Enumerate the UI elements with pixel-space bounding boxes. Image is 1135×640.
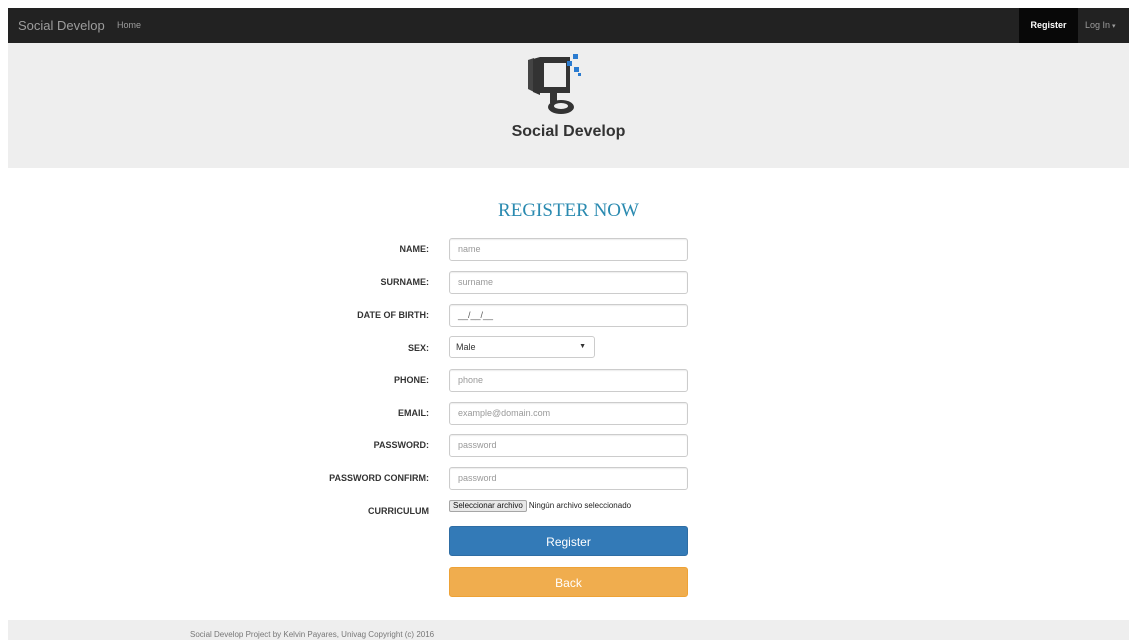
- register-button[interactable]: Register: [449, 526, 688, 556]
- password-confirm-label: PASSWORD CONFIRM:: [329, 473, 429, 483]
- email-label: EMAIL:: [398, 408, 429, 418]
- caret-down-icon: ▾: [1112, 23, 1116, 30]
- left-margin: [0, 0, 8, 640]
- page: Social Develop Home Register Log In ▾ Soc…: [0, 0, 1135, 640]
- curriculum-label: CURRICULUM: [368, 506, 429, 516]
- chevron-down-icon: ▼: [579, 343, 586, 350]
- home-link[interactable]: Home: [117, 8, 141, 43]
- phone-label: PHONE:: [393, 375, 429, 385]
- logo-text: Social Develop: [511, 123, 626, 140]
- curriculum-file-input: Seleccionar archivo Ningún archivo selecc…: [449, 500, 631, 513]
- date-of-birth-label: DATE OF BIRTH:: [357, 310, 429, 320]
- login-label: Log In: [1085, 20, 1111, 30]
- scrollbar[interactable]: [1129, 8, 1135, 640]
- footer: Social Develop Project by Kelvin Payares…: [8, 620, 1129, 640]
- header-banner: Social Develop: [8, 43, 1129, 168]
- register-link[interactable]: Register: [1019, 8, 1078, 43]
- surname-field[interactable]: surname: [449, 271, 688, 294]
- footer-text: Social Develop Project by Kelvin Payares…: [190, 630, 435, 639]
- name-field[interactable]: name: [449, 238, 688, 261]
- file-status: Ningún archivo seleccionado: [528, 501, 632, 510]
- choose-file-button[interactable]: Seleccionar archivo: [449, 500, 527, 512]
- brand-link[interactable]: Social Develop: [18, 8, 105, 43]
- monitor-logo-icon: [528, 54, 581, 114]
- navbar: Social Develop Home Register Log In ▾: [8, 8, 1129, 43]
- back-button[interactable]: Back: [449, 567, 688, 597]
- surname-label: SURNAME:: [380, 277, 430, 287]
- date-of-birth-field[interactable]: __/__/__: [449, 304, 688, 327]
- sex-select-value: Male: [456, 342, 476, 352]
- sex-select[interactable]: Male ▼: [449, 336, 595, 358]
- login-dropdown[interactable]: Log In ▾: [1085, 8, 1116, 43]
- password-field[interactable]: password: [449, 434, 688, 457]
- email-field[interactable]: example@domain.com: [449, 402, 688, 425]
- password-confirm-field[interactable]: password: [449, 467, 688, 490]
- phone-field[interactable]: phone: [449, 369, 688, 392]
- sex-label: SEX:: [407, 343, 429, 353]
- form-title: REGISTER NOW: [498, 200, 639, 221]
- password-label: PASSWORD:: [373, 440, 429, 450]
- name-label: NAME:: [399, 244, 430, 254]
